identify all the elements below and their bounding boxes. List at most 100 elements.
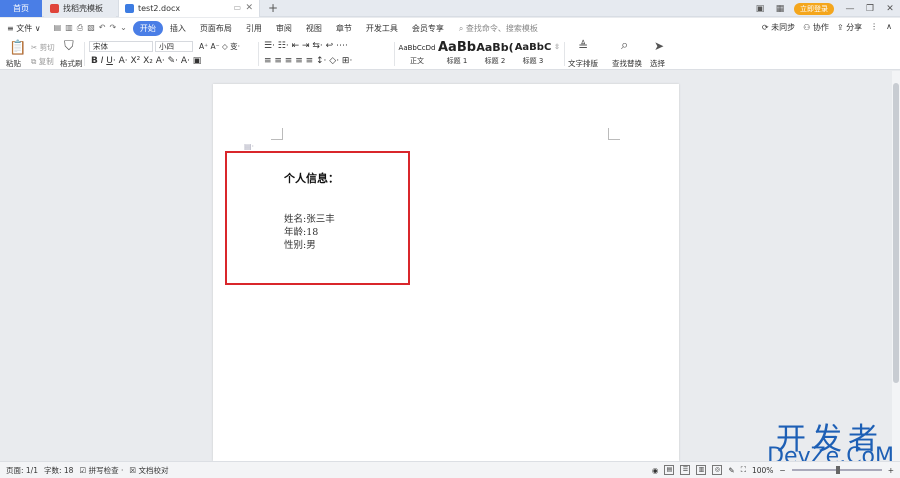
minimize-button[interactable]: —	[840, 4, 860, 14]
save-icon[interactable]: ▤	[54, 23, 62, 33]
restore-button[interactable]: ❐	[860, 4, 880, 14]
share-icon: ⇪	[836, 23, 844, 32]
style-heading-1-label: 标题 1	[446, 57, 468, 65]
tab-float-icon[interactable]: ▭	[233, 3, 241, 12]
zoom-in-icon[interactable]: +	[888, 466, 894, 475]
share-button[interactable]: ⇪ 分享	[837, 22, 862, 33]
select-icon[interactable]: ➤	[654, 39, 664, 53]
cut-label: 剪切	[39, 43, 55, 52]
zoom-level[interactable]: 100%	[752, 466, 773, 475]
font-format-buttons[interactable]: B I U· A· X² X₂ A· ✎· A· ▣	[91, 56, 201, 66]
zoom-out-icon[interactable]: −	[779, 466, 785, 475]
tab-templates[interactable]: 找稻壳模板	[44, 0, 116, 17]
proofread-button[interactable]: ☒ 文档校对	[129, 465, 168, 476]
redo-icon[interactable]: ↷	[109, 23, 116, 33]
cut-button[interactable]: ✂ 剪切	[31, 42, 55, 53]
document-page[interactable]: ▤· 个人信息： 姓名:张三丰 年龄:18 性别:男	[213, 84, 679, 461]
document-workspace: ▤· 个人信息： 姓名:张三丰 年龄:18 性别:男	[0, 71, 892, 461]
fit-page-icon[interactable]: ⛶	[741, 465, 746, 475]
doc-heading[interactable]: 个人信息：	[284, 170, 339, 186]
annotate-icon[interactable]: ✎	[728, 466, 734, 475]
tab-document-label: test2.docx	[138, 4, 181, 13]
spell-check-button[interactable]: ☑ 拼写检查 ·	[79, 465, 123, 476]
menu-view[interactable]: 视图	[299, 23, 329, 34]
outline-view-icon[interactable]: ☰	[680, 465, 691, 475]
styles-scroll-icon[interactable]: ⇳	[554, 42, 560, 51]
text-layout-icon[interactable]: ≜	[578, 39, 588, 53]
preview-icon[interactable]: ▧	[87, 23, 95, 33]
style-heading-3-sample: AaBbC	[514, 42, 552, 53]
web-view-icon[interactable]: ◎	[712, 465, 723, 475]
font-name-select[interactable]: 宋体	[89, 41, 153, 52]
file-menu[interactable]: ≡ 文件 ∨	[0, 23, 48, 34]
file-menu-label: 文件	[16, 23, 33, 33]
doc-line-gender[interactable]: 性别:男	[284, 237, 316, 251]
vertical-scrollbar[interactable]	[892, 71, 900, 461]
format-painter-button[interactable]: 格式刷	[60, 58, 83, 69]
zoom-slider[interactable]	[791, 466, 882, 474]
collaborate-button[interactable]: ⚇ 协作	[803, 22, 829, 33]
template-icon	[50, 4, 59, 13]
scroll-thumb[interactable]	[893, 83, 899, 383]
export-icon[interactable]: ▥	[65, 23, 73, 33]
zoom-slider-knob[interactable]	[835, 466, 840, 474]
list-buttons[interactable]: ☰· ☷· ⇤ ⇥ ⇆· ↩ ⋯·	[264, 41, 348, 51]
margin-corner-top-left	[271, 128, 283, 140]
undo-icon[interactable]: ↶	[99, 23, 106, 33]
copy-label: 复制	[38, 57, 54, 66]
new-tab-button[interactable]: +	[268, 1, 278, 15]
menu-references[interactable]: 引用	[239, 23, 269, 34]
style-heading-1-sample: AaBb	[438, 40, 476, 55]
menu-bar: ≡ 文件 ∨ ▤ ▥ ⎙ ▧ ↶ ↷ ⌄ 开始 插入 页面布局 引用 审阅 视图…	[0, 18, 900, 38]
paste-icon[interactable]: 📋	[9, 40, 26, 56]
collapse-ribbon-icon[interactable]: ∧	[886, 22, 892, 33]
window-controls: ▣ ▦ 立即登录 — ❐ ✕	[750, 0, 900, 17]
menu-sections[interactable]: 章节	[329, 23, 359, 34]
word-count[interactable]: 字数: 18	[44, 465, 73, 476]
login-button[interactable]: 立即登录	[794, 2, 834, 15]
menu-page-layout[interactable]: 页面布局	[193, 23, 239, 34]
cut-icon: ✂	[31, 43, 38, 52]
grid-icon[interactable]: ▦	[770, 4, 790, 14]
page-view-icon[interactable]: ▤	[664, 465, 675, 475]
reading-view-icon[interactable]: ▥	[696, 465, 707, 475]
menu-review[interactable]: 审阅	[269, 23, 299, 34]
find-replace-button[interactable]: 查找替换	[612, 58, 642, 69]
tab-document[interactable]: test2.docx ▭ ✕	[118, 0, 260, 17]
eye-protection-icon[interactable]: ◉	[652, 466, 659, 475]
share-label: 分享	[846, 23, 863, 32]
style-heading-2[interactable]: AaBb( 标题 2	[476, 40, 514, 68]
sync-button[interactable]: ⟳ 未同步	[762, 22, 795, 33]
collaborate-icon: ⚇	[803, 23, 811, 32]
more-icon[interactable]: ⋮	[870, 22, 878, 33]
copy-button[interactable]: ⧉ 复制	[31, 56, 54, 67]
tab-home[interactable]: 首页	[0, 0, 42, 17]
font-size-buttons[interactable]: A⁺ A⁻ ◇ 变·	[199, 41, 240, 52]
menu-member[interactable]: 会员专享	[405, 23, 451, 34]
style-heading-1[interactable]: AaBb 标题 1	[438, 40, 476, 68]
menu-home[interactable]: 开始	[132, 20, 163, 36]
close-button[interactable]: ✕	[880, 4, 900, 14]
paste-button[interactable]: 粘贴	[6, 58, 21, 69]
menu-insert[interactable]: 插入	[163, 23, 193, 34]
doc-line-name[interactable]: 姓名:张三丰	[284, 211, 335, 225]
text-layout-button[interactable]: 文字排版	[568, 58, 598, 69]
align-buttons[interactable]: ≡ ≡ ≡ ≡ ≡ ↕· ◇· ⊞·	[264, 56, 352, 66]
separator	[84, 42, 85, 66]
style-heading-3[interactable]: AaBbC 标题 3	[514, 40, 552, 68]
doc-line-age[interactable]: 年龄:18	[284, 224, 318, 238]
find-replace-icon[interactable]: ⌕	[621, 38, 628, 53]
sync-label: 未同步	[771, 23, 796, 32]
font-size-select[interactable]: 小四	[155, 41, 193, 52]
select-button[interactable]: 选择	[650, 58, 665, 69]
tab-close-icon[interactable]: ✕	[245, 3, 253, 13]
command-search[interactable]: ⌕ 查找命令、搜索模板	[459, 23, 538, 34]
print-icon[interactable]: ⎙	[77, 23, 83, 33]
paragraph-handle-icon[interactable]: ▤·	[244, 142, 254, 151]
format-painter-icon[interactable]: ⛉	[64, 39, 74, 54]
customize-icon[interactable]: ⌄	[120, 23, 127, 33]
style-normal[interactable]: AaBbCcDd 正文	[398, 40, 436, 68]
layout-icon[interactable]: ▣	[750, 4, 770, 14]
menu-developer[interactable]: 开发工具	[359, 23, 405, 34]
page-count[interactable]: 页面: 1/1	[6, 465, 38, 476]
